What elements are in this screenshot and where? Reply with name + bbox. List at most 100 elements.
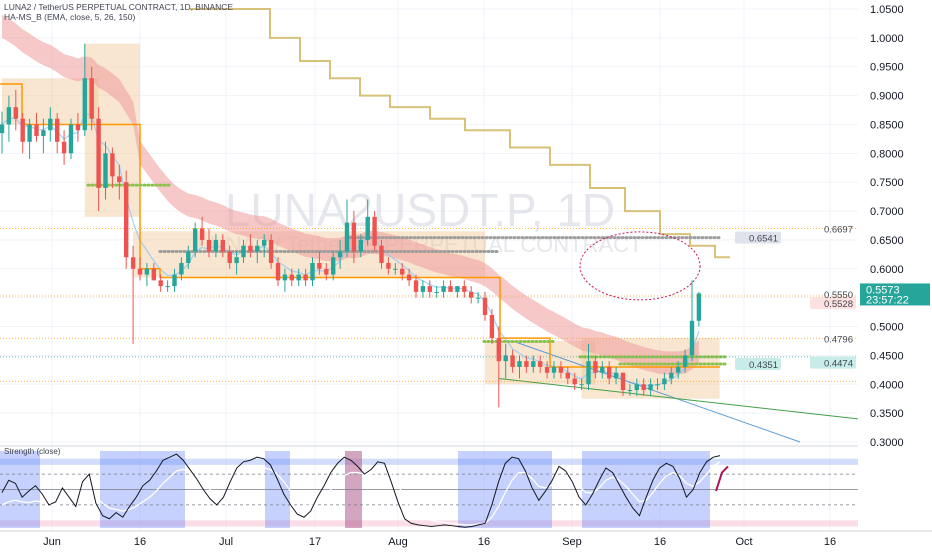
candle-body bbox=[144, 268, 150, 275]
price-tick-label: 0.3000 bbox=[870, 437, 904, 449]
candle-body bbox=[282, 274, 288, 281]
candle-body bbox=[400, 268, 405, 275]
candle-body bbox=[600, 366, 605, 373]
candle-body bbox=[579, 384, 584, 386]
candle-body bbox=[20, 118, 25, 142]
strength-title: Strength (close) bbox=[4, 447, 61, 456]
price-tick-label: 1.0500 bbox=[870, 4, 904, 16]
label-0-6697-text: 0.6697 bbox=[824, 225, 853, 236]
price-tick-label: 0.7000 bbox=[870, 206, 904, 218]
label-0-6541: 0.6541 bbox=[735, 231, 781, 245]
price-tick-label: 0.8500 bbox=[870, 119, 904, 131]
candle-body bbox=[213, 239, 219, 252]
price-tick-label: 0.3500 bbox=[870, 408, 904, 420]
candle-body bbox=[89, 78, 94, 119]
candle-body bbox=[517, 361, 522, 367]
candle-body bbox=[48, 118, 53, 131]
label-0-4351-text: 0.4351 bbox=[749, 360, 778, 371]
candle-body bbox=[96, 118, 101, 188]
candle-body bbox=[262, 239, 267, 246]
price-tick-label: 0.6000 bbox=[870, 264, 904, 276]
candle-body bbox=[620, 372, 626, 391]
candle-body bbox=[489, 314, 495, 339]
candle-body bbox=[241, 245, 246, 258]
candle-body bbox=[676, 366, 681, 373]
candle-body bbox=[462, 286, 467, 292]
candle-body bbox=[689, 320, 695, 356]
candle-body bbox=[324, 268, 329, 275]
time-tick-label: 17 bbox=[309, 536, 321, 548]
price-tick-label: 0.6500 bbox=[870, 235, 904, 247]
candle-body bbox=[255, 245, 260, 252]
candle-body bbox=[310, 263, 315, 281]
candle-body bbox=[593, 361, 598, 373]
time-tick-label: 16 bbox=[478, 536, 490, 548]
candle-body bbox=[158, 280, 163, 287]
candle-body bbox=[137, 268, 143, 275]
candle-body bbox=[268, 239, 274, 264]
price-tick-label: 1.0000 bbox=[870, 33, 904, 45]
candle-body bbox=[220, 239, 225, 252]
candle-body bbox=[275, 263, 281, 281]
time-tick-label: 16 bbox=[824, 536, 836, 548]
candle-body bbox=[627, 390, 633, 392]
candle-body bbox=[124, 182, 129, 258]
candle-body bbox=[565, 372, 570, 379]
candle-body bbox=[199, 228, 205, 240]
candle-body bbox=[406, 274, 412, 281]
candle-body bbox=[13, 107, 18, 119]
candle-body bbox=[586, 361, 591, 385]
candle-body bbox=[130, 257, 136, 269]
candle-body bbox=[662, 378, 667, 385]
candle-body bbox=[248, 245, 253, 252]
candle-body bbox=[427, 286, 432, 292]
price-tick-label: 0.5000 bbox=[870, 322, 904, 334]
label-0-5550: 0.5550 bbox=[824, 290, 853, 301]
chart-canvas[interactable]: LUNA2USDT.P, 1D LUNA2 / TetherUS PERPETU… bbox=[0, 0, 932, 550]
candle-body bbox=[413, 280, 419, 292]
candle-body bbox=[6, 107, 12, 125]
time-tick-label: Oct bbox=[735, 536, 752, 548]
candle-body bbox=[151, 268, 156, 281]
candle-body bbox=[34, 124, 39, 137]
candle-body bbox=[337, 251, 343, 258]
candle-body bbox=[110, 153, 115, 177]
time-tick-label: Jul bbox=[219, 536, 233, 548]
price-tick-label: 0.4500 bbox=[870, 350, 904, 362]
candle-body bbox=[441, 286, 446, 292]
candle-body bbox=[544, 366, 550, 373]
candle-body bbox=[641, 384, 646, 391]
candle-body bbox=[551, 366, 557, 373]
candle-body bbox=[117, 176, 122, 183]
candle-body bbox=[613, 372, 619, 379]
strength-pane: 80.0040.000.00 bbox=[0, 445, 932, 535]
candle-body bbox=[358, 239, 363, 252]
last-price-countdown: 23:57:22 bbox=[866, 294, 909, 306]
candle-body bbox=[510, 355, 515, 367]
candle-body bbox=[386, 263, 391, 269]
time-tick-label: Sep bbox=[562, 536, 582, 548]
indicator-title: HA-MS_B (EMA, close, 5, 26, 150) bbox=[4, 12, 136, 22]
chart-root: LUNA2USDT.P, 1D LUNA2 / TetherUS PERPETU… bbox=[0, 0, 932, 550]
price-axis: 1.0500 1.0000 0.9500 0.9000 0.8500 0.8000 0.75… bbox=[858, 0, 932, 550]
candle-body bbox=[434, 291, 439, 293]
label-0-6697: 0.6697 bbox=[824, 225, 853, 236]
label-0-4796-text: 0.4796 bbox=[824, 334, 853, 345]
candle-body bbox=[186, 251, 191, 264]
candle-body bbox=[61, 141, 67, 154]
price-tick-label: 0.9000 bbox=[870, 91, 904, 103]
candle-body bbox=[103, 153, 108, 188]
label-0-4474: 0.4474 bbox=[810, 356, 856, 370]
label-0-4474-text: 0.4474 bbox=[824, 359, 853, 370]
candle-body bbox=[448, 286, 453, 292]
price-tick-label: 0.9500 bbox=[870, 62, 904, 74]
price-tick-label: 0.7500 bbox=[870, 177, 904, 189]
candle-body bbox=[482, 297, 488, 315]
candle-body bbox=[648, 384, 653, 391]
candle-body bbox=[655, 384, 660, 386]
candle-body bbox=[206, 239, 212, 252]
candle-body bbox=[524, 361, 529, 367]
candle-body bbox=[68, 124, 74, 154]
candle-body bbox=[303, 274, 308, 281]
label-0-4351: 0.4351 bbox=[735, 358, 781, 371]
